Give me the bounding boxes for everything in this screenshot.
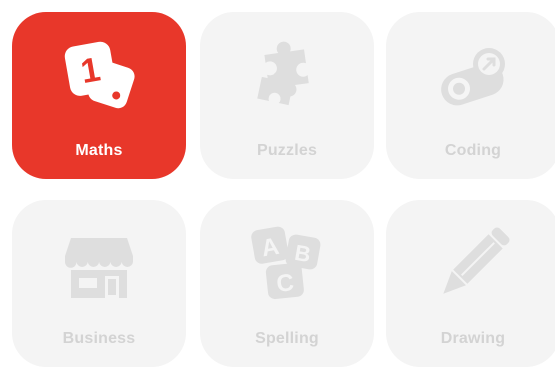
category-label: Spelling xyxy=(255,330,319,347)
shop-icon xyxy=(65,238,133,298)
category-label: Drawing xyxy=(440,330,506,347)
coding-robot-icon xyxy=(441,48,505,106)
category-label: Maths xyxy=(75,142,123,159)
abc-blocks-icon: A B C xyxy=(251,226,321,300)
category-tile-spelling[interactable]: A B C Spelling xyxy=(200,200,374,367)
category-label: Puzzles xyxy=(256,142,318,159)
category-label: Coding xyxy=(444,142,502,159)
category-tile-coding[interactable]: Coding xyxy=(386,12,555,179)
category-tile-business[interactable]: Business xyxy=(12,200,186,367)
dice-icon: 1 xyxy=(64,41,135,109)
category-label: Business xyxy=(62,330,136,347)
category-tile-maths[interactable]: 1 Maths xyxy=(12,12,186,179)
puzzle-icon xyxy=(257,41,309,106)
category-tile-puzzles[interactable]: Puzzles xyxy=(200,12,374,179)
svg-text:C: C xyxy=(275,269,295,298)
category-tile-drawing[interactable]: Drawing xyxy=(386,200,555,367)
pencil-icon xyxy=(443,227,510,294)
